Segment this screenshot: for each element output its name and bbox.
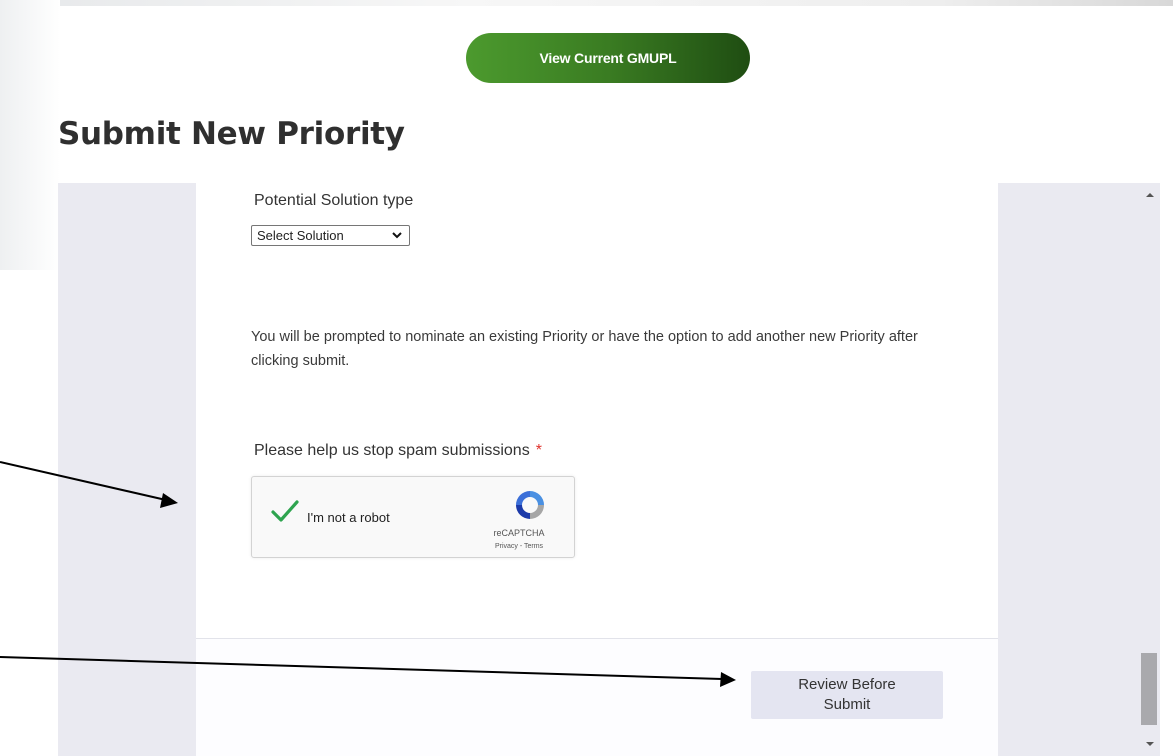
arrow-icon xyxy=(0,656,736,687)
arrow-icon xyxy=(0,461,178,508)
annotation-arrows xyxy=(0,461,736,687)
